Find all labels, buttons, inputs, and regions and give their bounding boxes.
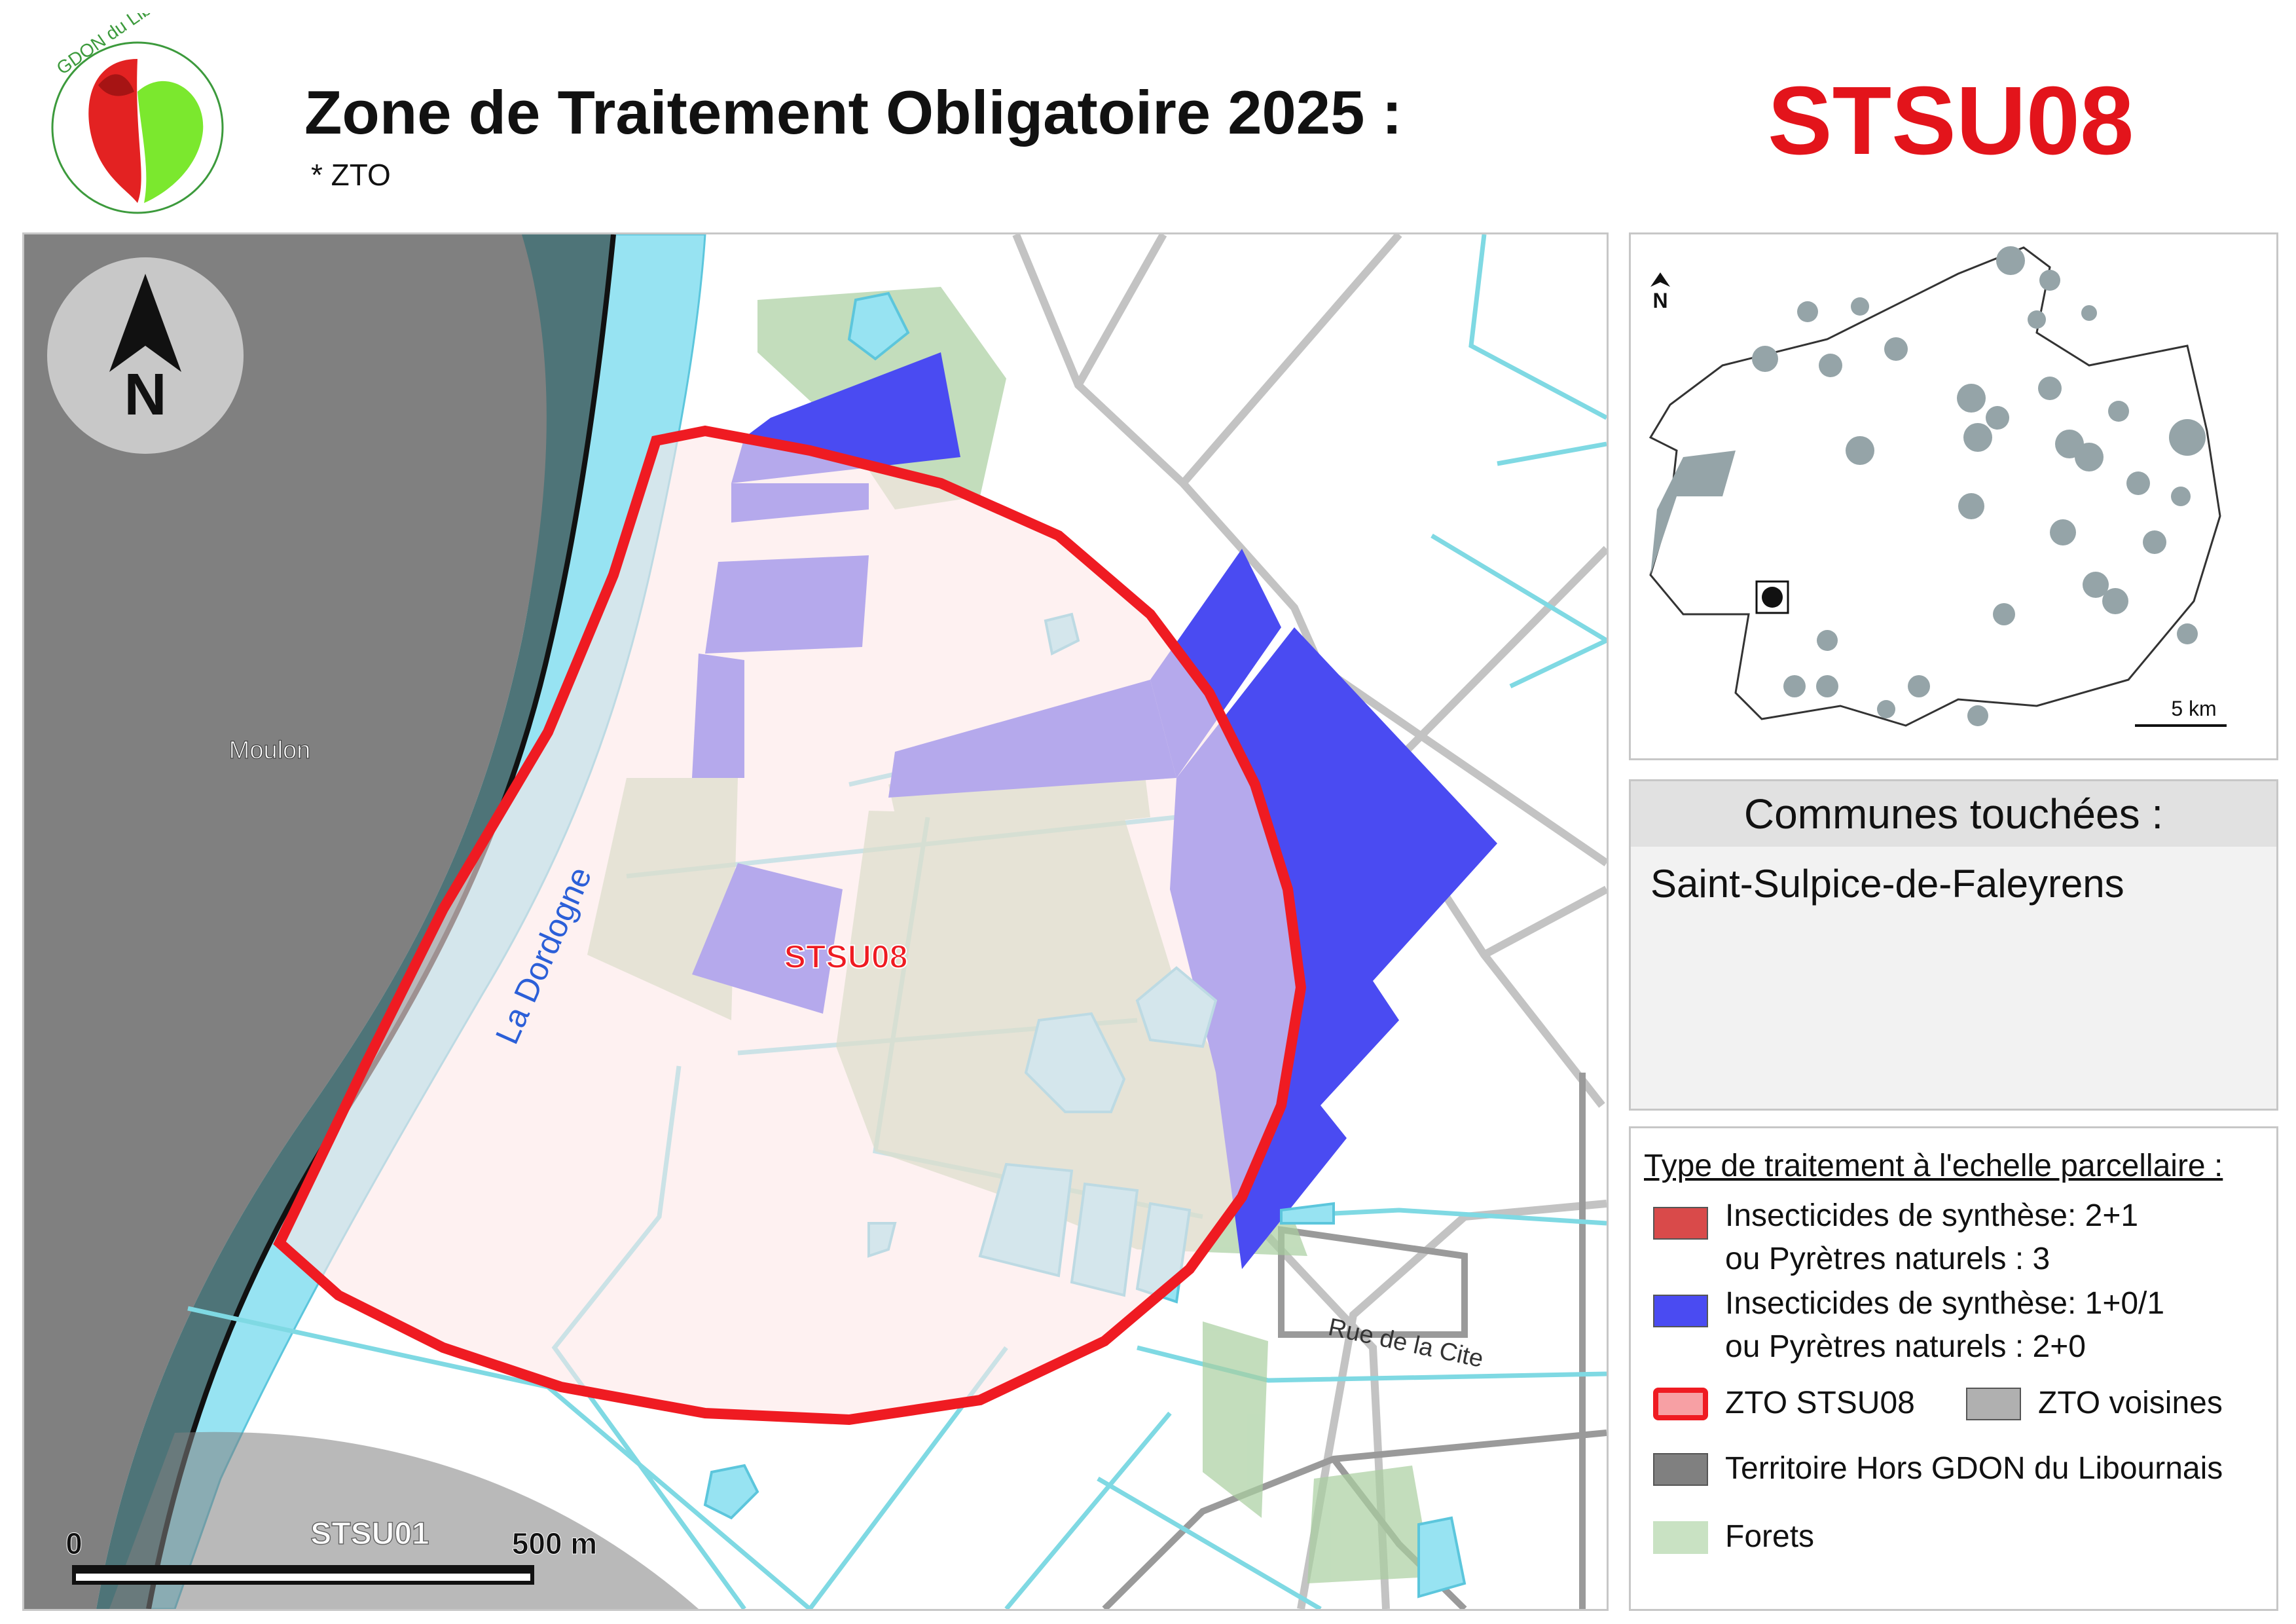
gdon-logo: GDON du Libournais	[36, 0, 239, 223]
legend-swatch-red	[1653, 1207, 1708, 1240]
page-title: Zone de Traitement Obligatoire 2025 :	[304, 78, 1402, 147]
legend-zto-label: ZTO STSU08	[1725, 1386, 1915, 1420]
legend-swatch-forest	[1653, 1521, 1708, 1554]
scale-start: 0	[65, 1526, 82, 1560]
legend-panel: Type de traitement à l'echelle parcellai…	[1629, 1126, 2278, 1611]
overview-north-label: N	[1652, 289, 1667, 312]
north-label: N	[124, 362, 167, 428]
communes-panel: Communes touchées : Saint-Sulpice-de-Fal…	[1629, 779, 2278, 1111]
overview-zone-marker	[1762, 587, 1783, 608]
legend-zto-neighbors: ZTO voisines	[2038, 1386, 2223, 1420]
legend-red-line1: Insecticides de synthèse: 2+1	[1725, 1198, 2139, 1233]
scale-end: 500 m	[512, 1526, 597, 1560]
legend-swatch-outside	[1653, 1453, 1708, 1486]
legend-forest: Forets	[1725, 1519, 1815, 1554]
place-label-moulon: Moulon	[229, 737, 311, 764]
overview-scale-label: 5 km	[2171, 697, 2216, 720]
neighbor-zone-label: STSU01	[310, 1517, 429, 1551]
legend-red-line2: ou Pyrètres naturels : 3	[1725, 1242, 2050, 1276]
overview-map[interactable]: N 5 km	[1629, 232, 2278, 760]
legend-swatch-neighbors	[1966, 1388, 2021, 1420]
legend-swatch-blue	[1653, 1295, 1708, 1327]
legend-blue-line1: Insecticides de synthèse: 1+0/1	[1725, 1286, 2165, 1321]
legend-blue-line2: ou Pyrètres naturels : 2+0	[1725, 1329, 2086, 1364]
legend-title: Type de traitement à l'echelle parcellai…	[1644, 1149, 2223, 1183]
main-map[interactable]: N Moulon La Dordogne STSU08 STSU01 Rue d…	[22, 232, 1609, 1611]
legend-outside: Territoire Hors GDON du Libournais	[1725, 1451, 2223, 1486]
communes-title: Communes touchées :	[1631, 781, 2276, 847]
commune-item: Saint-Sulpice-de-Faleyrens	[1650, 862, 2124, 906]
zone-code: STSU08	[1768, 67, 2134, 175]
overview-north-icon	[1650, 272, 1670, 287]
page-subtitle: * ZTO	[311, 158, 391, 192]
zone-map-label: STSU08	[784, 938, 908, 975]
legend-swatch-zto	[1653, 1388, 1708, 1420]
